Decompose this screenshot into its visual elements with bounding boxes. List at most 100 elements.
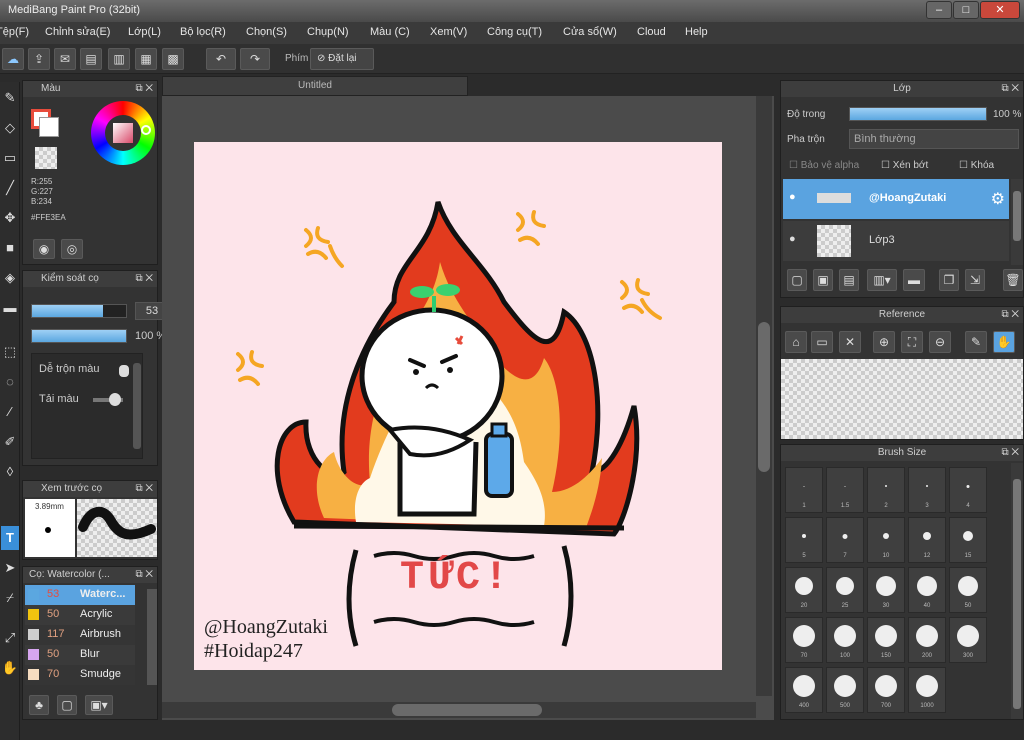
new-halftone-layer-icon[interactable]: ▣ bbox=[813, 269, 833, 291]
menu-filter[interactable]: Bộ lọc(R) bbox=[180, 26, 226, 38]
brush-size-cell[interactable]: 12 bbox=[908, 517, 946, 563]
menu-capture[interactable]: Chụp(N) bbox=[307, 26, 349, 38]
hand-tool-icon[interactable]: ✋ bbox=[1, 656, 19, 680]
maximize-button[interactable]: □ bbox=[953, 1, 979, 19]
pen-tool-icon[interactable]: ╱ bbox=[1, 176, 19, 200]
brush-list-item[interactable]: 117 Airbrush bbox=[25, 625, 135, 645]
eye-icon[interactable]: ● bbox=[789, 191, 796, 203]
folder-icon[interactable]: ▬ bbox=[903, 269, 925, 291]
brush-list-scrollbar[interactable] bbox=[147, 589, 157, 685]
new-layer-icon[interactable]: ▢ bbox=[787, 269, 807, 291]
brush-size-cell[interactable]: 1 bbox=[785, 467, 823, 513]
brush-size-cell[interactable]: 300 bbox=[949, 617, 987, 663]
canvas-tab[interactable]: Untitled bbox=[162, 76, 468, 96]
reference-image-area[interactable] bbox=[781, 359, 1023, 439]
bucket-tool-icon[interactable]: ◈ bbox=[1, 266, 19, 290]
minimize-button[interactable]: – bbox=[926, 1, 952, 19]
menu-select[interactable]: Chọn(S) bbox=[246, 26, 287, 38]
fill-rect-icon[interactable]: ■ bbox=[1, 236, 19, 260]
eyedropper-icon[interactable]: ✎ bbox=[965, 331, 987, 353]
close-icon[interactable]: ⧉ ✕ bbox=[1001, 81, 1019, 97]
secondary-color-swatch[interactable] bbox=[39, 117, 59, 137]
canvas-area[interactable]: TỨC! @HoangZutaki #Hoidap247 bbox=[162, 96, 774, 720]
close-icon[interactable]: ⧉ ✕ bbox=[135, 481, 153, 497]
brush-size-cell[interactable]: 7 bbox=[826, 517, 864, 563]
eraser-tool-icon[interactable]: ◇ bbox=[1, 116, 19, 140]
hand-icon[interactable]: ✋ bbox=[993, 331, 1015, 353]
brush-size-cell[interactable]: 1.5 bbox=[826, 467, 864, 513]
brush-size-cell[interactable]: 70 bbox=[785, 617, 823, 663]
select-eraser-icon[interactable]: ◊ bbox=[1, 460, 19, 484]
brush-size-cell[interactable]: 500 bbox=[826, 667, 864, 713]
brush-size-cell[interactable]: 50 bbox=[949, 567, 987, 613]
brush-size-cell[interactable]: 30 bbox=[867, 567, 905, 613]
grid-icon[interactable]: ▩ bbox=[162, 48, 184, 70]
brush-tool-icon[interactable]: ✎ bbox=[1, 86, 19, 110]
undo-icon[interactable]: ↶ bbox=[206, 48, 236, 70]
brush-size-cell[interactable]: 10 bbox=[867, 517, 905, 563]
move-tool-icon[interactable]: ✥ bbox=[1, 206, 19, 230]
close-reference-icon[interactable]: ✕ bbox=[839, 331, 861, 353]
menu-tools[interactable]: Công cụ(T) bbox=[487, 26, 542, 38]
add-layer-menu-icon[interactable]: ▥▾ bbox=[867, 269, 897, 291]
close-icon[interactable]: ⧉ ✕ bbox=[1001, 445, 1019, 461]
merge-layer-icon[interactable]: ⇲ bbox=[965, 269, 985, 291]
fit-icon[interactable]: ⛶ bbox=[901, 331, 923, 353]
brush-size-cell[interactable]: 4 bbox=[949, 467, 987, 513]
duplicate-layer-icon[interactable]: ❐ bbox=[939, 269, 959, 291]
layer-row-selected[interactable]: ● @HoangZutaki ⚙ bbox=[783, 179, 1009, 219]
menu-edit[interactable]: Chỉnh sửa(E) bbox=[45, 26, 110, 38]
lasso-tool-icon[interactable]: ◌ bbox=[1, 370, 19, 394]
zoom-in-icon[interactable]: ⊕ bbox=[873, 331, 895, 353]
brush-size-cell[interactable]: 150 bbox=[867, 617, 905, 663]
home-icon[interactable]: ⌂ bbox=[785, 331, 807, 353]
trash-icon[interactable]: 🗑 bbox=[1003, 269, 1023, 291]
chat-icon[interactable]: ✉ bbox=[54, 48, 76, 70]
brush-size-cell[interactable]: 20 bbox=[785, 567, 823, 613]
layer-scrollbar[interactable] bbox=[1011, 179, 1023, 265]
select-pen-icon[interactable]: ✐ bbox=[1, 430, 19, 454]
brush-size-slider[interactable] bbox=[31, 304, 127, 318]
protect-alpha-checkbox[interactable]: ☐ Bảo vệ alpha bbox=[789, 160, 859, 171]
horizontal-scrollbar[interactable] bbox=[162, 702, 756, 718]
open-folder-icon[interactable]: ▭ bbox=[811, 331, 833, 353]
document-canvas[interactable]: TỨC! @HoangZutaki #Hoidap247 bbox=[194, 142, 722, 670]
brush-size-cell[interactable]: 5 bbox=[785, 517, 823, 563]
options-scrollbar[interactable] bbox=[133, 363, 141, 449]
upload-icon[interactable]: ⇪ bbox=[28, 48, 50, 70]
close-button[interactable]: ✕ bbox=[980, 1, 1020, 19]
zoom-out-icon[interactable]: ⊖ bbox=[929, 331, 951, 353]
clipping-checkbox[interactable]: ☐ Xén bớt bbox=[881, 160, 928, 171]
magic-wand-icon[interactable]: ⁄ bbox=[1, 400, 19, 424]
brush-list-item[interactable]: 50 Acrylic bbox=[25, 605, 135, 625]
gradient-tool-icon[interactable]: ▬ bbox=[1, 296, 19, 320]
gear-icon[interactable]: ⚙ bbox=[991, 189, 1005, 209]
menu-view[interactable]: Xem(V) bbox=[430, 26, 467, 38]
brush-size-cell[interactable]: 40 bbox=[908, 567, 946, 613]
cloud-icon[interactable]: ☁ bbox=[2, 48, 24, 70]
eye-icon[interactable]: ● bbox=[789, 233, 796, 245]
select-tool-icon[interactable]: ⬚ bbox=[1, 340, 19, 364]
blend-toggle[interactable] bbox=[119, 365, 129, 377]
brush-size-cell[interactable]: 15 bbox=[949, 517, 987, 563]
menu-file[interactable]: Tệp(F) bbox=[0, 26, 29, 38]
palette-icon[interactable]: ◉ bbox=[33, 239, 55, 259]
menu-window[interactable]: Cửa sổ(W) bbox=[563, 26, 617, 38]
eyedropper-icon[interactable]: ⌿ bbox=[1, 586, 19, 610]
operation-tool-icon[interactable]: ➤ bbox=[1, 556, 19, 580]
page-icon[interactable]: ▦ bbox=[135, 48, 157, 70]
layer-row[interactable]: ● Lớp3 bbox=[783, 221, 1009, 261]
close-icon[interactable]: ⧉ ✕ bbox=[1001, 307, 1019, 323]
close-icon[interactable]: ⧉ ✕ bbox=[135, 567, 153, 583]
add-brush-icon[interactable]: ♣ bbox=[29, 695, 49, 715]
rect-tool-icon[interactable]: ▭ bbox=[1, 146, 19, 170]
brush-size-cell[interactable]: 25 bbox=[826, 567, 864, 613]
brush-size-cell[interactable]: 3 bbox=[908, 467, 946, 513]
lock-checkbox[interactable]: ☐ Khóa bbox=[959, 160, 994, 171]
brush-size-cell[interactable]: 1000 bbox=[908, 667, 946, 713]
redo-icon[interactable]: ↷ bbox=[240, 48, 270, 70]
menu-color[interactable]: Màu (C) bbox=[370, 26, 410, 38]
menu-help[interactable]: Help bbox=[685, 26, 708, 38]
brush-list-item[interactable]: 70 Smudge bbox=[25, 665, 135, 685]
close-icon[interactable]: ⧉ ✕ bbox=[135, 271, 153, 287]
